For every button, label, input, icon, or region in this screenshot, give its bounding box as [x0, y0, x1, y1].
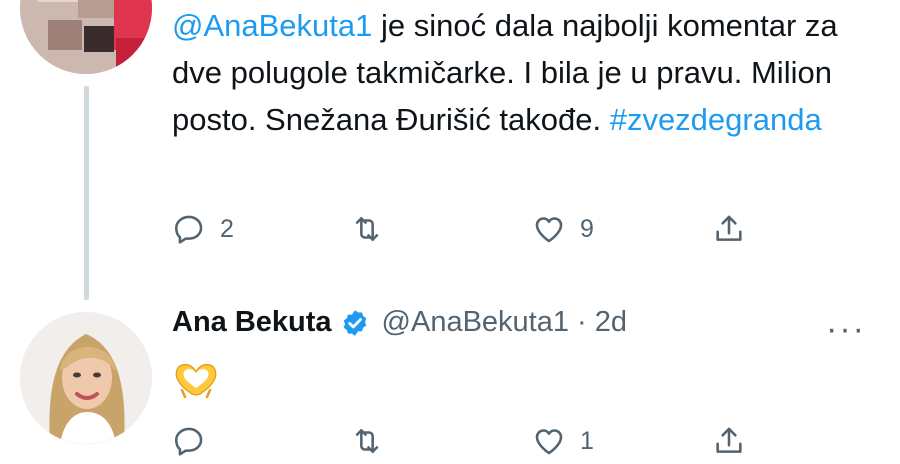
reply-count: 2: [220, 214, 234, 243]
handle-and-time[interactable]: @AnaBekuta1 · 2d: [382, 306, 627, 339]
heart-icon: [535, 217, 563, 243]
heart-icon: [535, 429, 563, 455]
share-icon: [716, 427, 742, 453]
retweet-button[interactable]: [350, 424, 384, 458]
thread-line: [84, 86, 89, 300]
verified-badge-icon: [343, 309, 366, 336]
like-count: 1: [580, 426, 594, 455]
retweet-icon: [355, 429, 379, 453]
share-button[interactable]: [712, 424, 746, 458]
share-icon: [716, 215, 742, 241]
avatar-pixel: [48, 20, 82, 50]
hashtag-link[interactable]: #zvezdegranda: [610, 102, 822, 137]
like-count: 9: [580, 214, 594, 243]
avatar-pixel: [84, 26, 114, 52]
display-name[interactable]: Ana Bekuta: [172, 306, 332, 339]
heart-hands-emoji: [175, 363, 217, 399]
tweet-text: @AnaBekuta1 je sinoć dala najbolji komen…: [172, 2, 872, 143]
avatar-pixel: [38, 0, 78, 2]
avatar-ana-bekuta[interactable]: [20, 312, 152, 444]
share-button[interactable]: [712, 212, 746, 246]
reply-icon: [174, 427, 203, 456]
more-icon[interactable]: ···: [826, 310, 866, 349]
like-button[interactable]: 9: [532, 212, 594, 246]
avatar-portrait: [20, 312, 152, 444]
retweet-button[interactable]: [350, 212, 384, 246]
reply-icon: [174, 215, 203, 244]
mention-link[interactable]: @AnaBekuta1: [172, 8, 372, 43]
reply-button[interactable]: 2: [172, 212, 234, 246]
avatar-pixelated[interactable]: [20, 0, 152, 74]
like-button[interactable]: 1: [532, 424, 594, 458]
reply-actions: 1: [172, 424, 792, 464]
reply-button[interactable]: [172, 424, 206, 458]
reply-header: Ana Bekuta @AnaBekuta1 · 2d: [172, 306, 627, 339]
retweet-icon: [355, 217, 379, 241]
avatar-pixel: [116, 38, 146, 68]
tweet-actions: 2 9: [172, 212, 792, 252]
avatar-pixel: [78, 0, 114, 18]
